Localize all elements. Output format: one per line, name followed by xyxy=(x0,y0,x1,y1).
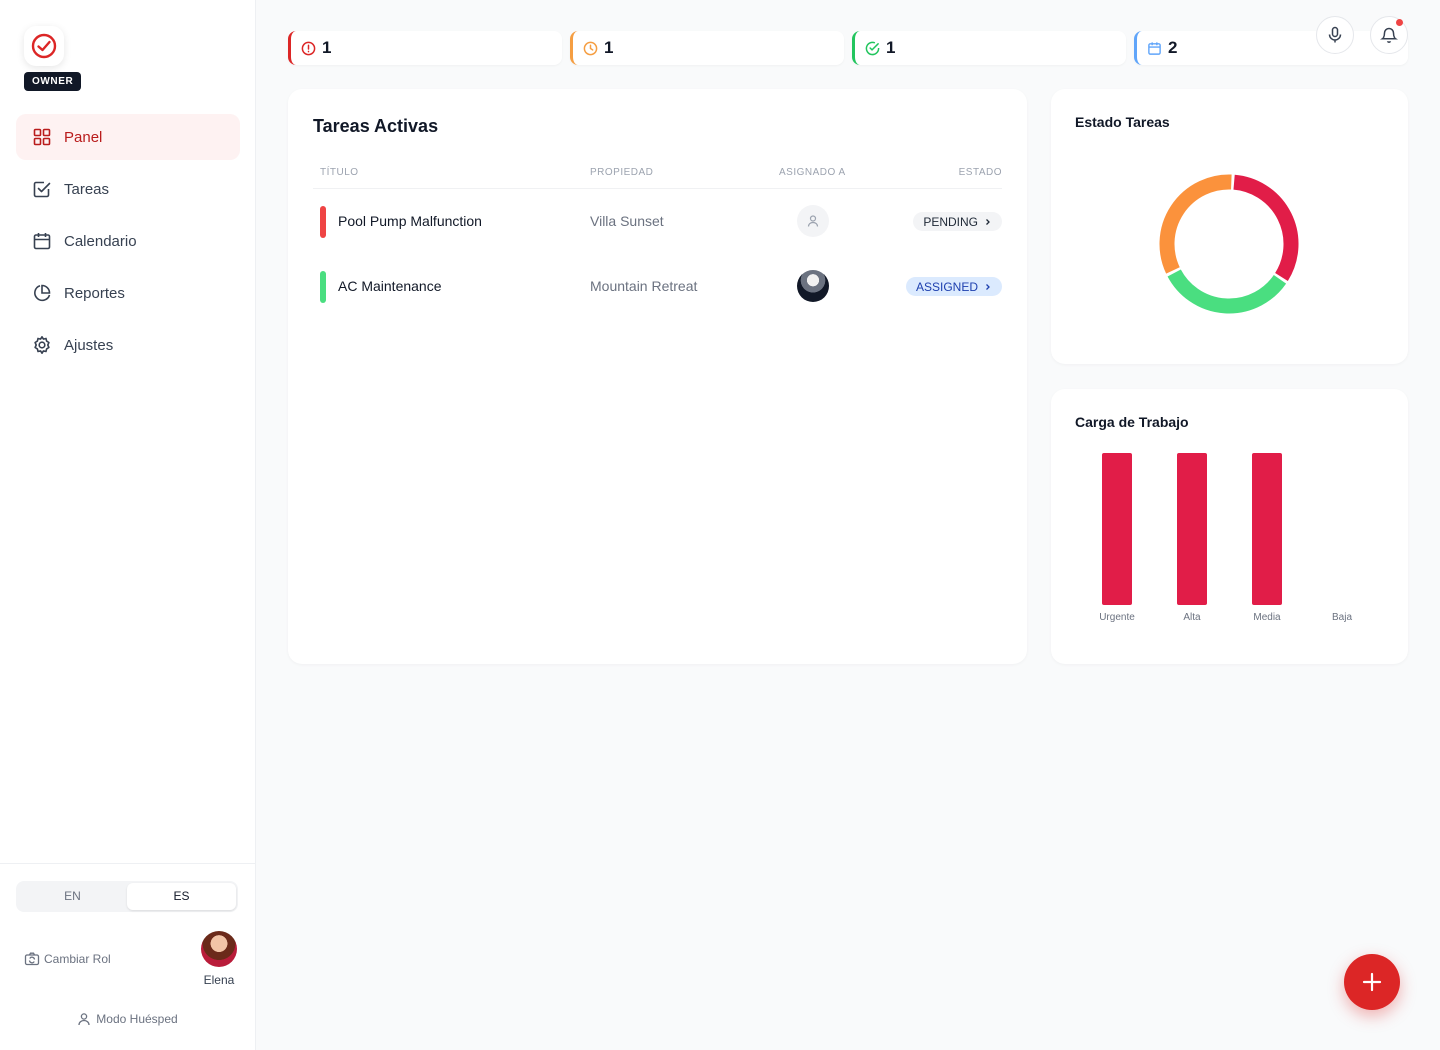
task-title: AC Maintenance xyxy=(338,278,442,294)
donut-chart xyxy=(1159,174,1299,314)
tick-label-media: Media xyxy=(1253,612,1281,623)
stat-card-completed[interactable]: 1 xyxy=(852,31,1126,65)
chevron-right-icon xyxy=(986,218,990,225)
nav-item-panel[interactable]: Panel xyxy=(16,114,240,160)
nav-label: Panel xyxy=(64,128,103,146)
checkbox-icon xyxy=(33,181,51,198)
nav-item-calendario[interactable]: Calendario xyxy=(16,218,240,264)
chevron-right-icon xyxy=(986,283,990,290)
guest-mode-button[interactable]: Modo Huésped xyxy=(0,1012,255,1026)
donut-slice-2[interactable] xyxy=(1159,174,1232,274)
app-logo[interactable] xyxy=(24,26,64,66)
stat-value: 2 xyxy=(1168,38,1178,57)
sidebar: OWNER Panel Tareas Calendario Reportes A… xyxy=(0,0,256,1050)
user-icon xyxy=(78,1013,90,1026)
nav-label: Reportes xyxy=(64,284,125,302)
card-title: Tareas Activas xyxy=(313,116,439,136)
nav-label: Tareas xyxy=(64,180,110,198)
notifications-button[interactable] xyxy=(1370,16,1408,54)
alert-icon xyxy=(301,41,316,55)
guest-mode-label: Modo Huésped xyxy=(96,1012,178,1026)
grid-icon xyxy=(33,128,51,146)
table-header: TÍTULO PROPIEDAD ASIGNADO A ESTADO xyxy=(313,167,1002,189)
pie-chart-icon xyxy=(34,284,51,302)
tick-label-alta: Alta xyxy=(1183,612,1201,623)
nav-item-reportes[interactable]: Reportes xyxy=(16,270,240,316)
status-badge[interactable]: PENDING xyxy=(913,212,1002,231)
status-label: PENDING xyxy=(923,214,978,229)
gear-icon xyxy=(34,336,50,354)
task-status-card: Estado Tareas xyxy=(1051,89,1408,364)
status-badge[interactable]: ASSIGNED xyxy=(905,277,1002,296)
switch-role-button[interactable]: Cambiar Rol xyxy=(24,951,111,967)
task-property: Villa Sunset xyxy=(590,213,664,229)
user-avatar[interactable] xyxy=(201,931,237,967)
tick-label-baja: Baja xyxy=(1332,612,1352,623)
lang-en-button[interactable]: EN xyxy=(18,883,127,910)
user-name: Elena xyxy=(203,973,235,987)
calendar-icon xyxy=(1148,41,1161,55)
nav-label: Calendario xyxy=(64,232,137,250)
tick-label-urgente: Urgente xyxy=(1099,612,1135,623)
unassigned-avatar[interactable] xyxy=(797,205,829,237)
role-badge: OWNER xyxy=(24,72,82,91)
stat-value: 1 xyxy=(886,38,896,57)
column-header-status: ESTADO xyxy=(958,167,1002,178)
notification-dot xyxy=(1396,19,1403,26)
column-header-title: TÍTULO xyxy=(320,167,359,178)
table-row[interactable]: AC Maintenance Mountain Retreat ASSIGNED xyxy=(313,254,1002,319)
switch-role-label: Cambiar Rol xyxy=(44,952,111,966)
column-header-assignee: ASIGNADO A xyxy=(779,167,846,178)
nav-item-ajustes[interactable]: Ajustes xyxy=(16,322,240,368)
donut-slice-0[interactable] xyxy=(1233,174,1299,281)
workload-card: Carga de Trabajo Urgente Alta Media Baja xyxy=(1051,389,1408,664)
nav-label: Ajustes xyxy=(64,336,114,354)
user-icon xyxy=(807,215,819,227)
microphone-icon xyxy=(1328,26,1342,43)
check-circle-icon xyxy=(865,41,880,55)
lang-es-button[interactable]: ES xyxy=(127,883,236,910)
active-tasks-card: Tareas Activas TÍTULO PROPIEDAD ASIGNADO… xyxy=(288,89,1027,664)
donut-slice-1[interactable] xyxy=(1167,269,1287,314)
stat-value: 1 xyxy=(322,38,332,57)
status-label: ASSIGNED xyxy=(915,279,978,294)
priority-indicator xyxy=(320,206,326,238)
clock-icon xyxy=(583,41,598,55)
main-nav: Panel Tareas Calendario Reportes Ajustes xyxy=(16,114,240,374)
workload-bar-chart: Urgente Alta Media Baja xyxy=(1099,453,1352,623)
calendar-icon xyxy=(33,233,51,250)
language-toggle: EN ES xyxy=(16,881,238,912)
column-header-property: PROPIEDAD xyxy=(590,167,654,178)
task-property: Mountain Retreat xyxy=(590,278,698,294)
priority-indicator xyxy=(320,271,326,303)
camera-switch-icon xyxy=(24,952,40,966)
bar-urgente[interactable] xyxy=(1102,453,1132,605)
sidebar-footer: EN ES Cambiar Rol Elena Modo Huésped xyxy=(0,863,255,1050)
task-title: Pool Pump Malfunction xyxy=(338,213,482,229)
stat-value: 1 xyxy=(604,38,614,57)
check-circle-logo-icon xyxy=(31,33,57,59)
stat-card-scheduled[interactable]: 2 xyxy=(1134,31,1408,65)
stat-card-urgent[interactable]: 1 xyxy=(288,31,562,65)
plus-icon xyxy=(1362,972,1382,992)
stat-card-pending[interactable]: 1 xyxy=(570,31,844,65)
microphone-button[interactable] xyxy=(1316,16,1354,54)
assignee-avatar[interactable] xyxy=(797,270,829,302)
nav-item-tareas[interactable]: Tareas xyxy=(16,166,240,212)
add-task-button[interactable] xyxy=(1344,954,1400,1010)
bar-alta[interactable] xyxy=(1177,453,1207,605)
bar-media[interactable] xyxy=(1252,453,1282,605)
table-row[interactable]: Pool Pump Malfunction Villa Sunset PENDI… xyxy=(313,189,1002,254)
bell-icon xyxy=(1380,27,1398,43)
